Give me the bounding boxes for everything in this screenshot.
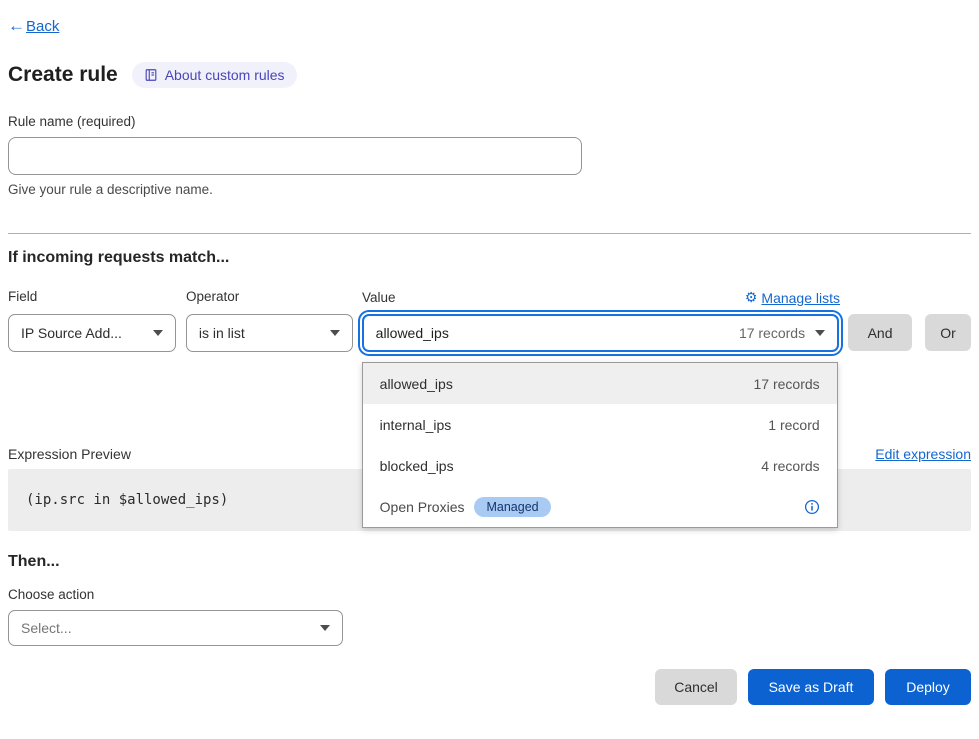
and-button[interactable]: And xyxy=(848,314,912,351)
section-divider xyxy=(8,233,971,234)
action-select-placeholder: Select... xyxy=(21,620,72,636)
operator-label: Operator xyxy=(186,289,353,306)
value-label: Value xyxy=(362,290,396,305)
rule-name-label: Rule name (required) xyxy=(8,114,971,129)
list-item-name: allowed_ips xyxy=(380,376,453,392)
back-link-label: Back xyxy=(26,18,59,35)
managed-badge: Managed xyxy=(474,497,550,517)
list-item-name: internal_ips xyxy=(380,417,452,433)
list-item-blocked-ips[interactable]: blocked_ips 4 records xyxy=(363,445,837,486)
deploy-button[interactable]: Deploy xyxy=(885,669,971,705)
expression-code: (ip.src in $allowed_ips) xyxy=(26,492,228,508)
list-item-records: 17 records xyxy=(754,376,820,392)
edit-expression-link[interactable]: Edit expression xyxy=(875,446,971,462)
list-item-allowed-ips[interactable]: allowed_ips 17 records xyxy=(363,363,837,404)
field-select-value: IP Source Add... xyxy=(21,325,122,341)
chevron-down-icon xyxy=(330,330,340,336)
save-as-draft-button[interactable]: Save as Draft xyxy=(748,669,874,705)
expression-preview-label: Expression Preview xyxy=(8,446,131,462)
page-title: Create rule xyxy=(8,63,118,87)
list-item-open-proxies[interactable]: Open Proxies Managed xyxy=(363,486,837,527)
choose-action-label: Choose action xyxy=(8,587,971,602)
list-item-records: 4 records xyxy=(761,458,819,474)
value-combobox-selected: allowed_ips xyxy=(376,325,449,341)
create-rule-page: ← Back Create rule About custom rules Ru… xyxy=(0,0,979,705)
chevron-down-icon xyxy=(153,330,163,336)
rule-name-input[interactable] xyxy=(8,137,582,175)
info-icon[interactable] xyxy=(804,499,820,515)
back-link[interactable]: ← Back xyxy=(8,16,59,36)
operator-select-value: is in list xyxy=(199,325,245,341)
list-item-name: blocked_ips xyxy=(380,458,454,474)
action-select[interactable]: Select... xyxy=(8,610,343,646)
field-select[interactable]: IP Source Add... xyxy=(8,314,176,352)
rule-name-help-text: Give your rule a descriptive name. xyxy=(8,182,971,197)
about-custom-rules-link[interactable]: About custom rules xyxy=(132,62,297,88)
manage-lists-link[interactable]: ⚙ Manage lists xyxy=(745,289,840,306)
list-item-records: 1 record xyxy=(768,417,819,433)
book-icon xyxy=(144,68,158,82)
list-item-name: Open Proxies xyxy=(380,499,465,515)
chevron-down-icon xyxy=(815,330,825,336)
list-item-internal-ips[interactable]: internal_ips 1 record xyxy=(363,404,837,445)
match-section-heading: If incoming requests match... xyxy=(8,249,971,267)
cancel-button[interactable]: Cancel xyxy=(655,669,737,705)
then-section-heading: Then... xyxy=(8,553,971,571)
or-button[interactable]: Or xyxy=(925,314,971,351)
gear-icon: ⚙ xyxy=(745,289,758,306)
value-dropdown-menu: allowed_ips 17 records internal_ips 1 re… xyxy=(362,362,838,528)
operator-select[interactable]: is in list xyxy=(186,314,353,352)
about-link-label: About custom rules xyxy=(165,67,285,83)
back-arrow-icon: ← xyxy=(8,16,25,36)
field-label: Field xyxy=(8,289,176,306)
value-combobox[interactable]: allowed_ips 17 records xyxy=(362,314,839,352)
manage-lists-label: Manage lists xyxy=(761,290,840,306)
chevron-down-icon xyxy=(320,625,330,631)
value-combobox-records: 17 records xyxy=(739,325,805,341)
